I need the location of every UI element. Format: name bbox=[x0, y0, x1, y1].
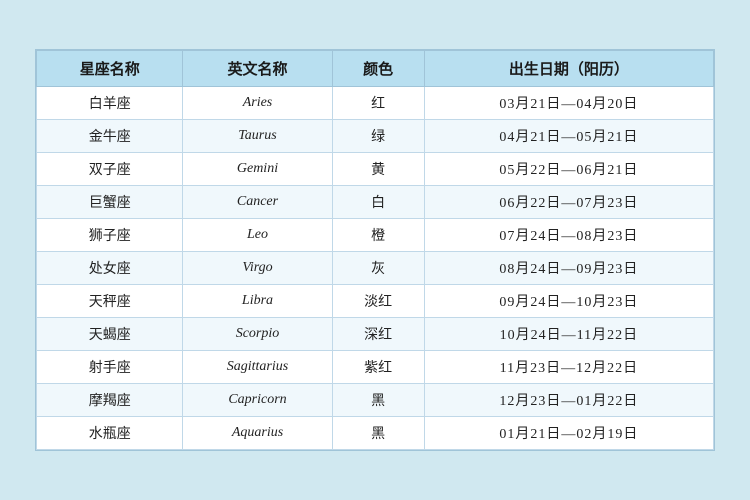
cell-color: 橙 bbox=[332, 219, 424, 252]
cell-color: 黑 bbox=[332, 384, 424, 417]
cell-english-name: Sagittarius bbox=[183, 351, 332, 384]
table-row: 摩羯座Capricorn黑12月23日—01月22日 bbox=[37, 384, 714, 417]
cell-dates: 07月24日—08月23日 bbox=[424, 219, 713, 252]
cell-dates: 05月22日—06月21日 bbox=[424, 153, 713, 186]
cell-dates: 06月22日—07月23日 bbox=[424, 186, 713, 219]
table-header-row: 星座名称 英文名称 颜色 出生日期（阳历） bbox=[37, 51, 714, 87]
cell-color: 黑 bbox=[332, 417, 424, 450]
table-row: 天蝎座Scorpio深红10月24日—11月22日 bbox=[37, 318, 714, 351]
cell-color: 紫红 bbox=[332, 351, 424, 384]
cell-chinese-name: 射手座 bbox=[37, 351, 183, 384]
table-body: 白羊座Aries红03月21日—04月20日金牛座Taurus绿04月21日—0… bbox=[37, 87, 714, 450]
cell-english-name: Scorpio bbox=[183, 318, 332, 351]
cell-color: 深红 bbox=[332, 318, 424, 351]
cell-chinese-name: 白羊座 bbox=[37, 87, 183, 120]
table-row: 巨蟹座Cancer白06月22日—07月23日 bbox=[37, 186, 714, 219]
cell-dates: 08月24日—09月23日 bbox=[424, 252, 713, 285]
cell-dates: 10月24日—11月22日 bbox=[424, 318, 713, 351]
cell-dates: 04月21日—05月21日 bbox=[424, 120, 713, 153]
table-row: 白羊座Aries红03月21日—04月20日 bbox=[37, 87, 714, 120]
cell-chinese-name: 天蝎座 bbox=[37, 318, 183, 351]
table-row: 狮子座Leo橙07月24日—08月23日 bbox=[37, 219, 714, 252]
table-row: 处女座Virgo灰08月24日—09月23日 bbox=[37, 252, 714, 285]
cell-chinese-name: 摩羯座 bbox=[37, 384, 183, 417]
cell-chinese-name: 处女座 bbox=[37, 252, 183, 285]
cell-english-name: Leo bbox=[183, 219, 332, 252]
cell-english-name: Aquarius bbox=[183, 417, 332, 450]
cell-color: 淡红 bbox=[332, 285, 424, 318]
cell-english-name: Libra bbox=[183, 285, 332, 318]
cell-english-name: Capricorn bbox=[183, 384, 332, 417]
cell-english-name: Virgo bbox=[183, 252, 332, 285]
table-row: 金牛座Taurus绿04月21日—05月21日 bbox=[37, 120, 714, 153]
cell-chinese-name: 狮子座 bbox=[37, 219, 183, 252]
cell-color: 红 bbox=[332, 87, 424, 120]
cell-color: 绿 bbox=[332, 120, 424, 153]
cell-color: 黄 bbox=[332, 153, 424, 186]
header-color: 颜色 bbox=[332, 51, 424, 87]
cell-dates: 11月23日—12月22日 bbox=[424, 351, 713, 384]
cell-dates: 01月21日—02月19日 bbox=[424, 417, 713, 450]
table-row: 射手座Sagittarius紫红11月23日—12月22日 bbox=[37, 351, 714, 384]
zodiac-table-container: 星座名称 英文名称 颜色 出生日期（阳历） 白羊座Aries红03月21日—04… bbox=[35, 49, 715, 451]
cell-english-name: Taurus bbox=[183, 120, 332, 153]
cell-english-name: Aries bbox=[183, 87, 332, 120]
table-row: 天秤座Libra淡红09月24日—10月23日 bbox=[37, 285, 714, 318]
cell-english-name: Cancer bbox=[183, 186, 332, 219]
cell-color: 白 bbox=[332, 186, 424, 219]
cell-dates: 12月23日—01月22日 bbox=[424, 384, 713, 417]
cell-chinese-name: 金牛座 bbox=[37, 120, 183, 153]
header-chinese-name: 星座名称 bbox=[37, 51, 183, 87]
table-row: 水瓶座Aquarius黑01月21日—02月19日 bbox=[37, 417, 714, 450]
cell-english-name: Gemini bbox=[183, 153, 332, 186]
header-birth-date: 出生日期（阳历） bbox=[424, 51, 713, 87]
cell-chinese-name: 巨蟹座 bbox=[37, 186, 183, 219]
table-row: 双子座Gemini黄05月22日—06月21日 bbox=[37, 153, 714, 186]
cell-chinese-name: 双子座 bbox=[37, 153, 183, 186]
cell-dates: 03月21日—04月20日 bbox=[424, 87, 713, 120]
header-english-name: 英文名称 bbox=[183, 51, 332, 87]
cell-color: 灰 bbox=[332, 252, 424, 285]
zodiac-table: 星座名称 英文名称 颜色 出生日期（阳历） 白羊座Aries红03月21日—04… bbox=[36, 50, 714, 450]
cell-chinese-name: 天秤座 bbox=[37, 285, 183, 318]
cell-dates: 09月24日—10月23日 bbox=[424, 285, 713, 318]
cell-chinese-name: 水瓶座 bbox=[37, 417, 183, 450]
